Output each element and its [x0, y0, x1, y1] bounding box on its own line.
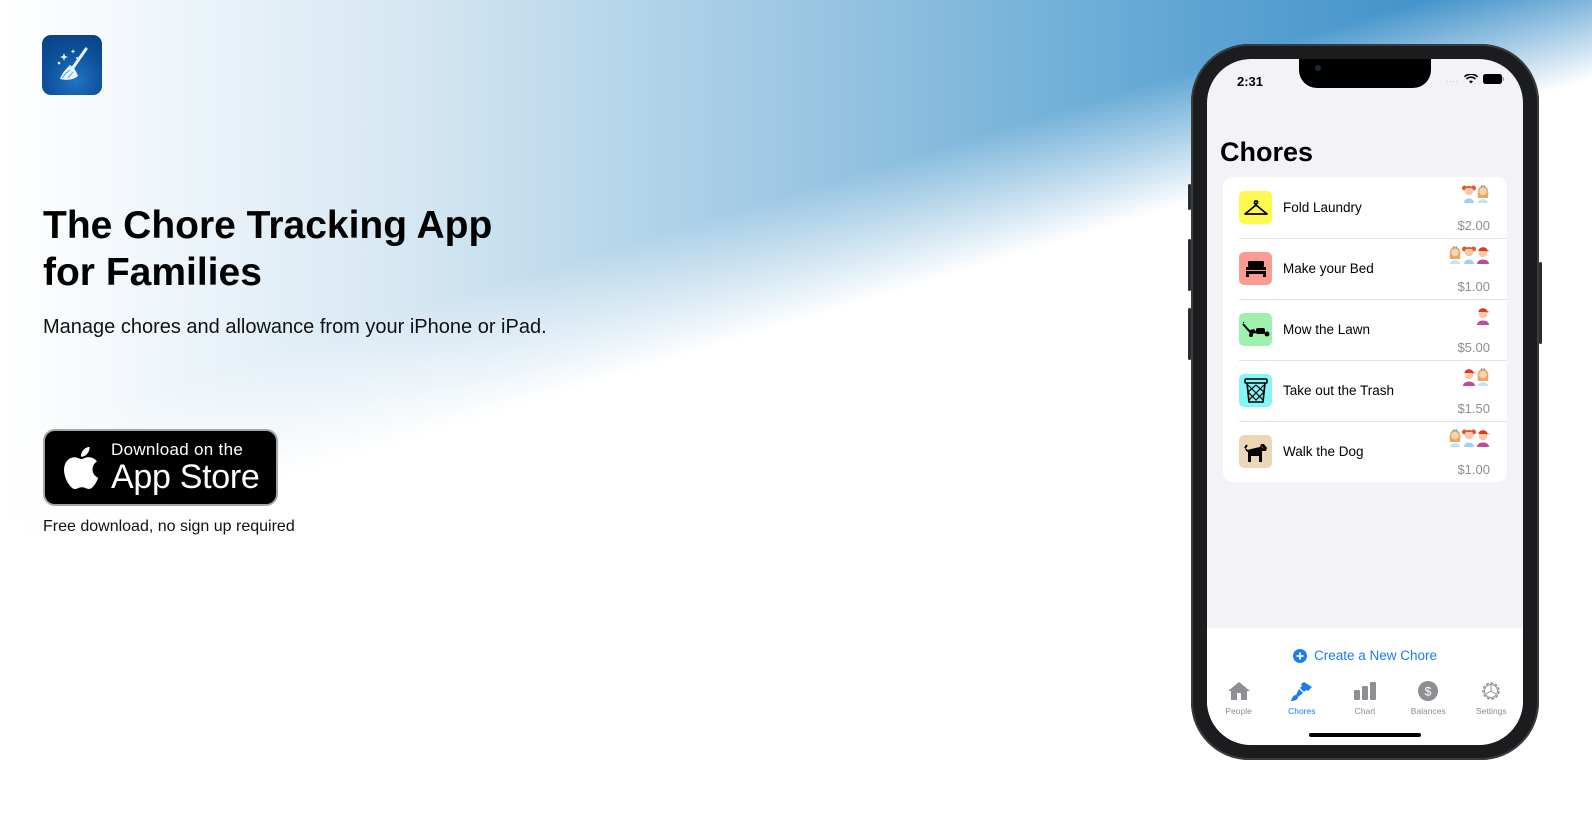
- tab-label: Chores: [1288, 706, 1316, 716]
- phone-notch: [1299, 59, 1431, 88]
- broom-sparkles-icon: [57, 47, 88, 80]
- bed-icon: [1239, 252, 1272, 285]
- assignee-avatars: [1448, 244, 1490, 264]
- phone-volume-down: [1188, 308, 1191, 360]
- page-headline: The Chore Tracking App for Families: [43, 202, 603, 296]
- avatar-boy-redcap-icon: [1462, 366, 1476, 386]
- chore-amount: $1.00: [1457, 279, 1490, 294]
- signal-icon: ....: [1446, 74, 1459, 84]
- avatar-girl-blonde-icon: [1448, 427, 1462, 447]
- chore-row[interactable]: Walk the Dog $1.00: [1223, 421, 1507, 482]
- chore-meta: $5.00: [1457, 305, 1490, 355]
- page-subhead: Manage chores and allowance from your iP…: [43, 316, 547, 338]
- svg-text:$: $: [1425, 685, 1432, 699]
- headline-line-2: for Families: [43, 251, 262, 294]
- tab-label: Settings: [1476, 706, 1507, 716]
- tab-chart[interactable]: Chart: [1333, 680, 1396, 716]
- chore-amount: $1.50: [1457, 401, 1490, 416]
- tab-bar: People Chores Chart $ Balances Settings: [1207, 680, 1523, 716]
- tab-settings[interactable]: Settings: [1460, 680, 1523, 716]
- phone-silent-switch: [1188, 184, 1191, 210]
- status-time: 2:31: [1237, 74, 1264, 89]
- chore-amount: $1.00: [1457, 462, 1490, 477]
- chores-screen-title: Chores: [1220, 137, 1314, 167]
- avatar-boy-redcap-icon: [1476, 244, 1490, 264]
- avatar-girl-blonde-icon: [1448, 244, 1462, 264]
- wifi-icon: [1464, 74, 1478, 84]
- app-store-download-button[interactable]: Download on the App Store: [43, 429, 278, 506]
- house-icon: [1227, 682, 1250, 700]
- bar-chart-icon: [1354, 682, 1376, 700]
- hanger-icon: [1239, 191, 1272, 224]
- chore-amount: $5.00: [1457, 340, 1490, 355]
- avatar-girl-redhair-icon: [1462, 183, 1476, 203]
- app-logo[interactable]: [42, 35, 102, 95]
- tab-label: Chart: [1354, 706, 1376, 716]
- avatar-boy-redcap-icon: [1476, 305, 1490, 325]
- iphone-mockup: 2:31 .... Chores Fold Laundry $2.00 Make y…: [1188, 44, 1542, 760]
- tab-balances[interactable]: $ Balances: [1397, 680, 1460, 716]
- badge-large-text: App Store: [111, 457, 260, 496]
- chore-meta: $1.50: [1457, 366, 1490, 416]
- phone-screen: 2:31 .... Chores Fold Laundry $2.00 Make y…: [1207, 59, 1523, 745]
- headline-line-1: The Chore Tracking App: [43, 204, 493, 247]
- create-new-chore-label: Create a New Chore: [1313, 648, 1438, 663]
- free-download-note: Free download, no sign up required: [43, 518, 295, 535]
- chore-meta: $2.00: [1457, 183, 1490, 233]
- assignee-avatars: [1462, 366, 1490, 386]
- chore-meta: $1.00: [1448, 427, 1490, 477]
- avatar-girl-redhair-icon: [1462, 244, 1476, 264]
- avatar-girl-blonde-icon: [1476, 366, 1490, 386]
- apple-logo-icon: [64, 446, 99, 489]
- dollar-circle-icon: $: [1418, 681, 1439, 701]
- assignee-avatars: [1448, 427, 1490, 447]
- badge-small-text: Download on the: [111, 439, 244, 459]
- chore-row[interactable]: Take out the Trash $1.50: [1223, 360, 1507, 421]
- home-indicator[interactable]: [1309, 733, 1421, 737]
- plus-circle-icon: [1292, 648, 1307, 663]
- gear-icon: [1482, 682, 1501, 700]
- chore-row[interactable]: Fold Laundry $2.00: [1223, 177, 1507, 238]
- phone-volume-up: [1188, 239, 1191, 291]
- battery-icon: [1483, 74, 1505, 84]
- status-indicators: ....: [1446, 74, 1505, 84]
- assignee-avatars: [1462, 183, 1490, 203]
- chore-amount: $2.00: [1457, 218, 1490, 233]
- camera-icon: [1315, 65, 1321, 71]
- chore-list: Fold Laundry $2.00 Make your Bed $1.00 Mow t…: [1223, 177, 1507, 482]
- dog-icon: [1239, 435, 1272, 468]
- avatar-girl-redhair-icon: [1462, 427, 1476, 447]
- tab-chores[interactable]: Chores: [1270, 680, 1333, 716]
- lawnmower-icon: [1239, 313, 1272, 346]
- phone-power-button: [1539, 262, 1542, 344]
- chore-meta: $1.00: [1448, 244, 1490, 294]
- tab-people[interactable]: People: [1207, 680, 1270, 716]
- avatar-girl-blonde-icon: [1476, 183, 1490, 203]
- bottom-bar: Create a New Chore People Chores Chart $: [1207, 628, 1523, 745]
- tab-label: Balances: [1410, 706, 1446, 716]
- assignee-avatars: [1476, 305, 1490, 325]
- tab-label: People: [1225, 706, 1252, 716]
- chore-row[interactable]: Make your Bed $1.00: [1223, 238, 1507, 299]
- create-new-chore-button[interactable]: Create a New Chore: [1207, 648, 1523, 663]
- chore-row[interactable]: Mow the Lawn $5.00: [1223, 299, 1507, 360]
- paintbrush-icon: [1290, 682, 1312, 701]
- trash-basket-icon: [1239, 374, 1272, 407]
- avatar-boy-redcap-icon: [1476, 427, 1490, 447]
